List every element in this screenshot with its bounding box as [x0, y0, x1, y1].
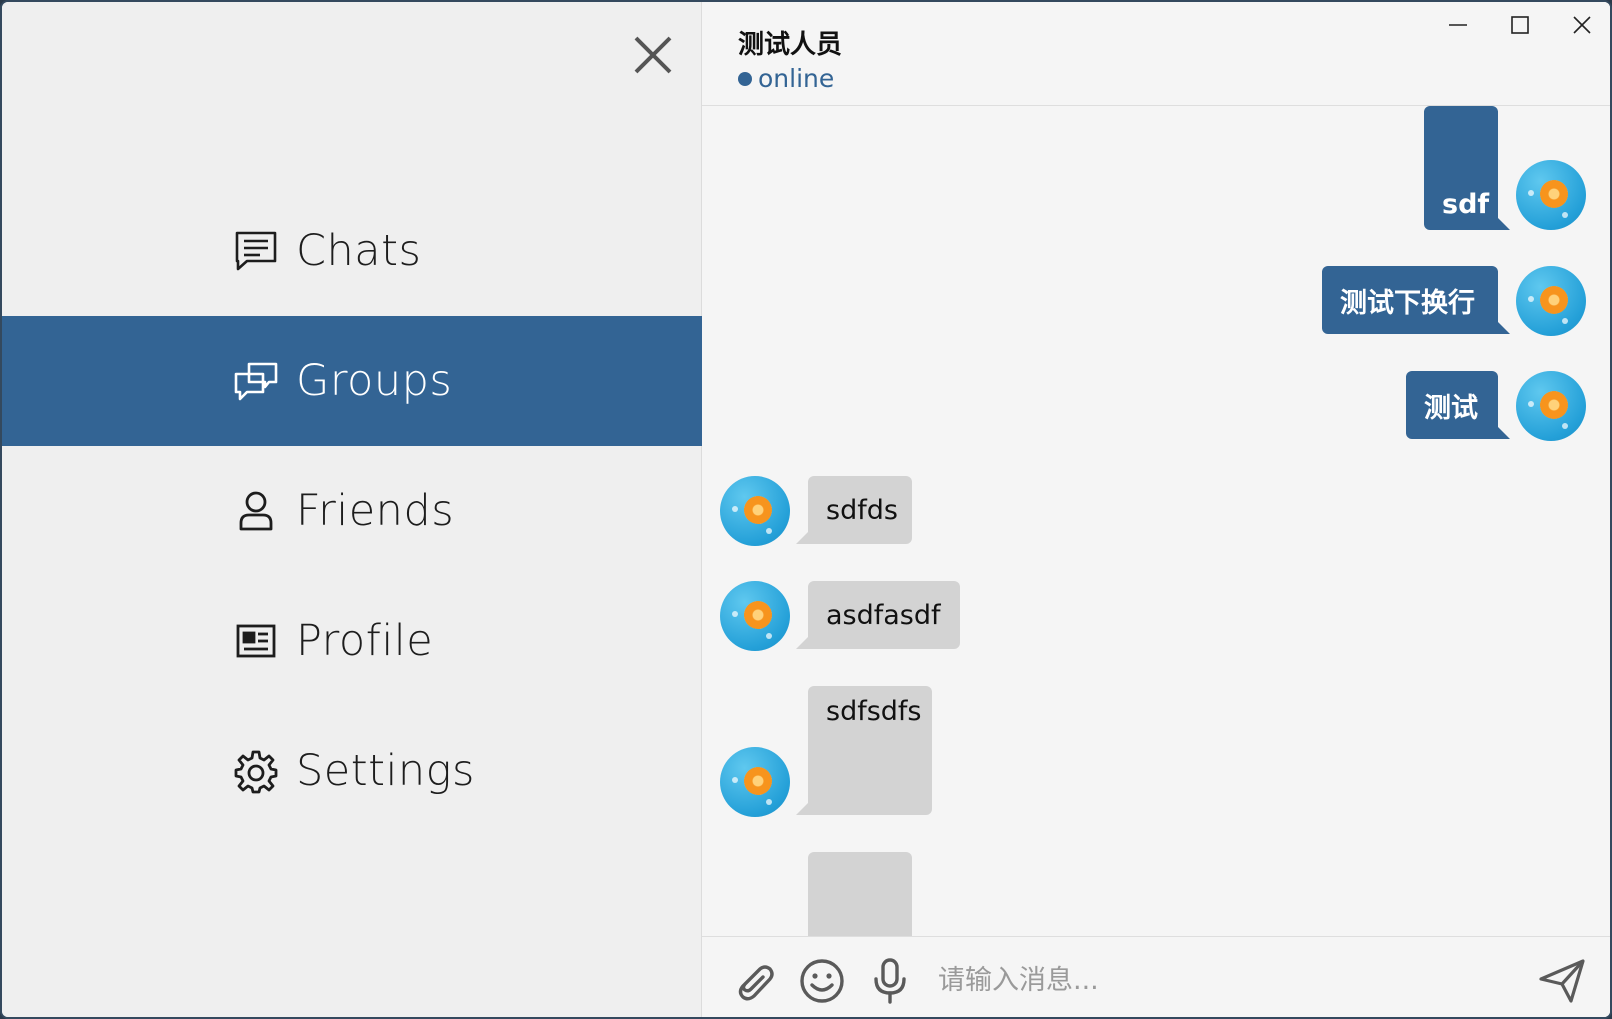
status-text: online — [758, 64, 835, 93]
message-bubble-outgoing[interactable]: 测试 — [1406, 371, 1498, 439]
message-text: 测试下换行 — [1340, 287, 1475, 319]
message-bubble-incoming[interactable]: asdfasdf — [808, 581, 960, 649]
groups-icon — [232, 357, 280, 405]
attach-button[interactable] — [730, 957, 778, 1005]
message-bubble-incoming[interactable]: sdfsdfs — [808, 686, 932, 815]
smiley-icon — [800, 959, 844, 1003]
sidebar-item-settings[interactable]: Settings — [2, 706, 702, 836]
composer-bar — [702, 936, 1610, 1017]
message-list[interactable]: sdf 测试下换行 测试 sdfds asdfasdf sdfsdfs — [702, 106, 1610, 936]
paperclip-icon — [738, 965, 774, 1001]
bubble-tail — [796, 637, 808, 649]
close-sidebar-button[interactable] — [630, 32, 676, 78]
message-text: asdfasdf — [826, 599, 941, 631]
close-icon — [1573, 16, 1591, 34]
sidebar-item-label: Chats — [296, 226, 422, 276]
gear-icon — [232, 747, 280, 795]
sidebar-item-profile[interactable]: Profile — [2, 576, 702, 706]
sidebar-item-label: Friends — [296, 486, 455, 536]
sidebar-item-friends[interactable]: Friends — [2, 446, 702, 576]
voice-button[interactable] — [866, 957, 914, 1005]
bubble-tail — [1498, 427, 1510, 439]
person-icon — [232, 487, 280, 535]
id-card-icon — [232, 617, 280, 665]
status-dot-icon — [738, 71, 752, 86]
avatar[interactable] — [720, 581, 790, 651]
avatar[interactable] — [720, 476, 790, 546]
avatar[interactable] — [1516, 160, 1586, 230]
sidebar-item-groups[interactable]: Groups — [2, 316, 702, 446]
bubble-tail — [796, 803, 808, 815]
bubble-tail — [796, 532, 808, 544]
minimize-icon — [1449, 24, 1467, 26]
message-text: sdfds — [826, 494, 898, 526]
close-window-button[interactable] — [1560, 10, 1604, 40]
message-text: 测试 — [1424, 392, 1478, 424]
sidebar-item-label: Settings — [296, 746, 475, 796]
avatar[interactable] — [1516, 266, 1586, 336]
message-bubble-incoming[interactable] — [808, 852, 912, 936]
message-text: sdf — [1442, 189, 1490, 220]
message-input[interactable] — [938, 955, 1498, 1005]
sidebar-item-label: Profile — [296, 616, 434, 666]
message-text: sdfsdfs — [826, 696, 922, 727]
microphone-icon — [874, 958, 906, 1004]
chat-panel: 测试人员 online sdf 测试下换行 测试 sdfds asdfasdf … — [702, 2, 1610, 1017]
message-bubble-outgoing[interactable]: 测试下换行 — [1322, 266, 1498, 334]
chat-lines-icon — [232, 227, 280, 275]
emoji-button[interactable] — [798, 957, 846, 1005]
status-indicator: online — [738, 64, 834, 93]
send-button[interactable] — [1538, 957, 1586, 1005]
bubble-tail — [1498, 218, 1510, 230]
avatar[interactable] — [720, 747, 790, 817]
sidebar: Chats Groups Friends Profile Settings — [2, 2, 702, 1017]
maximize-icon — [1511, 16, 1529, 34]
maximize-button[interactable] — [1498, 10, 1542, 40]
close-icon — [634, 36, 672, 74]
chat-title: 测试人员 — [738, 30, 843, 60]
app-window: Chats Groups Friends Profile Settings 测试… — [0, 0, 1612, 1019]
avatar[interactable] — [1516, 371, 1586, 441]
sidebar-nav: Chats Groups Friends Profile Settings — [2, 186, 702, 836]
sidebar-item-label: Groups — [296, 356, 453, 406]
message-bubble-outgoing[interactable]: sdf — [1424, 106, 1498, 230]
bubble-tail — [1498, 322, 1510, 334]
sidebar-item-chats[interactable]: Chats — [2, 186, 702, 316]
send-icon — [1539, 959, 1585, 1003]
message-bubble-incoming[interactable]: sdfds — [808, 476, 912, 544]
minimize-button[interactable] — [1436, 10, 1480, 40]
chat-header: 测试人员 online — [702, 2, 1610, 106]
